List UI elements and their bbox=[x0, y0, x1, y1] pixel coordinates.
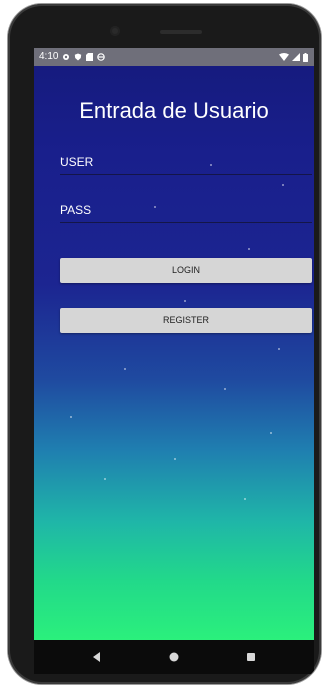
sd-card-icon bbox=[86, 53, 94, 61]
wifi-icon bbox=[279, 53, 289, 61]
register-button[interactable]: REGISTER bbox=[60, 308, 312, 333]
navigation-bar bbox=[34, 640, 314, 674]
status-time: 4:10 bbox=[39, 51, 59, 62]
circle-home-icon[interactable] bbox=[167, 650, 181, 664]
login-button[interactable]: LOGIN bbox=[60, 258, 312, 283]
app-screen: 4:10 Entrada de Usuario USER PASS LOGIN … bbox=[34, 48, 314, 640]
gear-icon bbox=[62, 53, 70, 61]
square-recents-icon[interactable] bbox=[244, 650, 258, 664]
phone-device-frame: 4:10 Entrada de Usuario USER PASS LOGIN … bbox=[8, 4, 321, 684]
battery-icon bbox=[303, 52, 308, 62]
star-decoration bbox=[278, 348, 280, 350]
triangle-back-icon[interactable] bbox=[90, 650, 104, 664]
star-decoration bbox=[224, 388, 226, 390]
pass-field[interactable]: PASS bbox=[60, 196, 312, 223]
star-decoration bbox=[270, 432, 272, 434]
status-bar-right bbox=[279, 48, 308, 66]
star-decoration bbox=[248, 248, 250, 250]
star-decoration bbox=[104, 478, 106, 480]
status-bar: 4:10 bbox=[34, 48, 314, 66]
page-title: Entrada de Usuario bbox=[79, 98, 269, 123]
user-field-label: USER bbox=[60, 155, 94, 169]
shield-icon bbox=[74, 53, 82, 61]
user-field[interactable]: USER bbox=[60, 148, 312, 175]
front-camera bbox=[110, 26, 120, 36]
star-decoration bbox=[244, 498, 246, 500]
star-decoration bbox=[282, 184, 284, 186]
earpiece-speaker bbox=[160, 30, 202, 34]
star-decoration bbox=[124, 368, 126, 370]
star-decoration bbox=[184, 300, 186, 302]
cell-signal-icon bbox=[292, 53, 300, 61]
do-not-disturb-icon bbox=[97, 53, 106, 61]
star-decoration bbox=[174, 458, 176, 460]
status-bar-left: 4:10 bbox=[39, 48, 106, 66]
pass-field-label: PASS bbox=[60, 203, 92, 217]
star-decoration bbox=[70, 416, 72, 418]
